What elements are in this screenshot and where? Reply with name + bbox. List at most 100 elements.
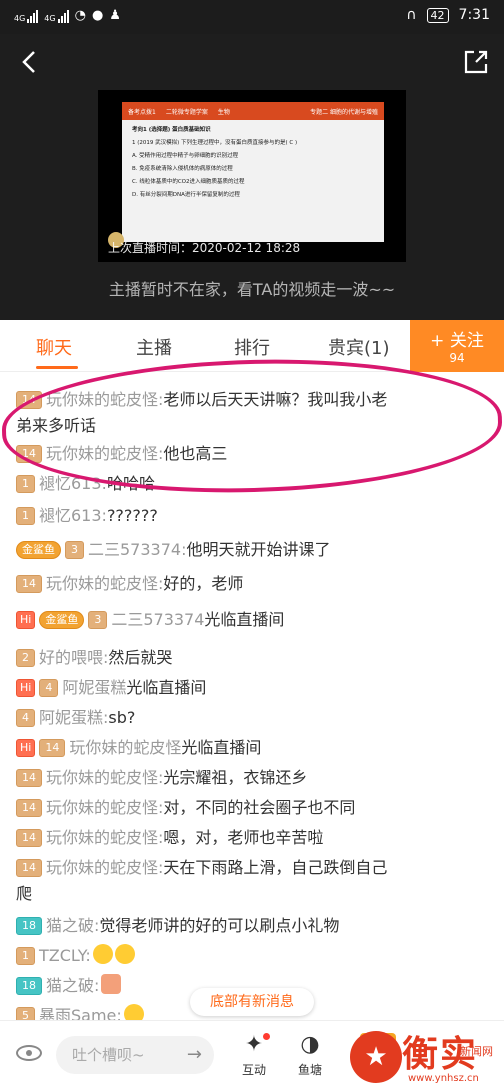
chat-text: 觉得老师讲的好的可以刷点小礼物 [99, 916, 340, 935]
interact-label: 互动 [241, 1063, 266, 1077]
chat-username[interactable]: 玩你妹的蛇皮怪: [46, 858, 163, 877]
notification-dot [263, 1033, 270, 1040]
chat-message: 14 玩你妹的蛇皮怪:对，不同的社会圈子也不同 [16, 794, 494, 822]
signal-label: 4G [14, 13, 26, 23]
message-icon: ● [91, 8, 104, 23]
follow-label: + 关注 [430, 331, 484, 351]
share-button[interactable] [462, 48, 490, 76]
lecture-slide: 备考点拨1 二轮微专题学案 生物 专题二 细胞的代谢与增殖 考向1 (选择题) … [122, 102, 384, 242]
back-button[interactable] [16, 48, 44, 76]
chat-message: Hi 金鲨鱼 3 二三573374光临直播间 [16, 606, 494, 634]
chat-text: 爬 [16, 884, 33, 903]
tab-chat[interactable]: 聊天 [36, 334, 72, 360]
interact-button[interactable]: ✦ 互动 [234, 1031, 274, 1078]
chat-message: Hi 14 玩你妹的蛇皮怪光临直播间 [16, 734, 494, 762]
slide-line: D. 有丝分裂间期DNA进行半保留复制的过程 [132, 192, 240, 198]
level-badge: 1 [16, 475, 35, 493]
chat-text: 光临直播间 [204, 610, 285, 629]
chat-message: 1 TZCLY: [16, 942, 494, 970]
level-badge: 4 [39, 679, 59, 697]
laughing-emoji-icon [123, 1004, 144, 1020]
chat-text: 光临直播间 [181, 738, 262, 757]
watermark-news: 新闻网 [460, 1045, 493, 1058]
signal-icon: 4G [14, 9, 39, 23]
slide-header: 备考点拨1 二轮微专题学案 生物 专题二 细胞的代谢与增殖 [122, 102, 384, 120]
status-bar: 4G 4G ◔ ● ♟ ∩ 42 7:31 [0, 0, 504, 34]
hi-badge: Hi [16, 611, 36, 629]
level-badge: 18 [16, 917, 42, 935]
tab-streamer[interactable]: 主播 [136, 334, 172, 360]
chat-username[interactable]: 阿妮蛋糕: [39, 708, 108, 727]
slide-header-text: 生物 [217, 109, 230, 116]
follower-count: 94 [449, 351, 465, 365]
slide-line: 1 (2019 武汉模拟) 下列生理过程中，没有蛋白质直接参与的是( C ) [132, 140, 298, 146]
level-badge: 14 [16, 575, 42, 593]
chat-text: 嗯，对，老师也辛苦啦 [163, 828, 324, 847]
away-message: 主播暂时不在家，看TA的视频走一波~~ [108, 280, 396, 299]
send-arrow-icon[interactable]: → [187, 1036, 202, 1074]
headphone-icon: ∩ [406, 7, 417, 23]
chat-input-placeholder: 吐个槽呗~ [72, 1046, 145, 1064]
bottom-bar: 吐个槽呗~ → ✦ 互动 ◑ 鱼塘 ★ 衡实 新闻网 www.ynhsz.cn [0, 1020, 504, 1091]
fish-icon: ◑ [300, 1032, 320, 1057]
level-badge: 4 [16, 709, 35, 727]
chat-username[interactable]: 暴雨Same: [39, 1006, 122, 1020]
level-badge: 1 [16, 947, 35, 965]
tab-vip[interactable]: 贵宾(1) [328, 334, 390, 360]
slide-line: C. 线粒体基质中的CO2进入细胞质基质的过程 [132, 179, 245, 185]
chat-text: sb? [108, 708, 136, 727]
chat-username[interactable]: 玩你妹的蛇皮怪: [46, 828, 163, 847]
chat-message: 2 好的喂喂:然后就哭 [16, 644, 494, 672]
chat-input[interactable]: 吐个槽呗~ → [56, 1036, 214, 1074]
sticker-icon [101, 974, 122, 994]
level-badge: 14 [16, 769, 42, 787]
chat-username[interactable]: TZCLY: [39, 946, 91, 965]
chat-username[interactable]: 玩你妹的蛇皮怪: [46, 574, 163, 593]
chat-username[interactable]: 二三573374 [111, 610, 204, 629]
chat-username[interactable]: 二三573374: [88, 540, 186, 559]
chat-message: 18 猫之破:觉得老师讲的好的可以刷点小礼物 [16, 912, 494, 940]
slide-line: A. 受精作用过程中精子与卵细胞的识别过程 [132, 153, 239, 159]
follow-button[interactable]: + 关注 94 [410, 320, 504, 372]
site-watermark: ★ 衡实 新闻网 www.ynhsz.cn [350, 1025, 500, 1089]
chat-text: 光宗耀祖，衣锦还乡 [163, 768, 308, 787]
chat-text: 天在下雨路上滑，自己跌倒自己 [163, 858, 388, 877]
chat-username[interactable]: 猫之破: [46, 916, 99, 935]
laughing-emoji-icon [114, 944, 135, 964]
video-player[interactable]: 备考点拨1 二轮微专题学案 生物 专题二 细胞的代谢与增殖 考向1 (选择题) … [98, 90, 406, 262]
chat-username[interactable]: 玩你妹的蛇皮怪 [69, 738, 181, 757]
chat-username[interactable]: 玩你妹的蛇皮怪: [46, 798, 163, 817]
chat-text: 光临直播间 [126, 678, 207, 697]
chat-text: 好的，老师 [163, 574, 244, 593]
level-badge: 5 [16, 1007, 35, 1020]
hi-badge: Hi [16, 679, 36, 697]
chat-message: 爬 [16, 880, 494, 908]
chat-username[interactable]: 阿妮蛋糕 [62, 678, 126, 697]
chat-message: 14 玩你妹的蛇皮怪:天在下雨路上滑，自己跌倒自己 [16, 854, 494, 882]
chat-message: 14 玩你妹的蛇皮怪:好的，老师 [16, 570, 494, 598]
chat-username[interactable]: 猫之破: [46, 976, 99, 995]
video-area: 备考点拨1 二轮微专题学案 生物 专题二 细胞的代谢与增殖 考向1 (选择题) … [0, 34, 504, 320]
chat-username[interactable]: 玩你妹的蛇皮怪: [46, 768, 163, 787]
tab-underline [36, 366, 78, 369]
chat-text: 他明天就开始讲课了 [186, 540, 331, 559]
chat-username[interactable]: 好的喂喂: [39, 648, 108, 667]
watermark-url: www.ynhsz.cn [408, 1073, 479, 1084]
tab-ranking[interactable]: 排行 [234, 334, 270, 360]
level-badge: 18 [16, 977, 42, 995]
slide-header-text: 备考点拨1 [128, 109, 156, 116]
eye-icon[interactable] [16, 1045, 42, 1061]
chat-text: 然后就哭 [108, 648, 173, 667]
battery-indicator: 42 [426, 7, 449, 23]
fans-badge: 金鲨鱼 [16, 541, 61, 559]
signal-label: 4G [44, 13, 56, 23]
slide-line: B. 免疫系统清除入侵机体的病原体的过程 [132, 166, 233, 172]
chat-username[interactable]: 褪忆613: [39, 506, 107, 525]
chat-message: Hi 4 阿妮蛋糕光临直播间 [16, 674, 494, 702]
laughing-emoji-icon [92, 944, 113, 964]
wifi-icon: ◔ [74, 8, 86, 23]
chat-message: 4 阿妮蛋糕:sb? [16, 704, 494, 732]
share-icon [464, 50, 488, 74]
fishpond-button[interactable]: ◑ 鱼塘 [290, 1031, 330, 1078]
new-message-tip[interactable]: 底部有新消息 [190, 988, 314, 1016]
